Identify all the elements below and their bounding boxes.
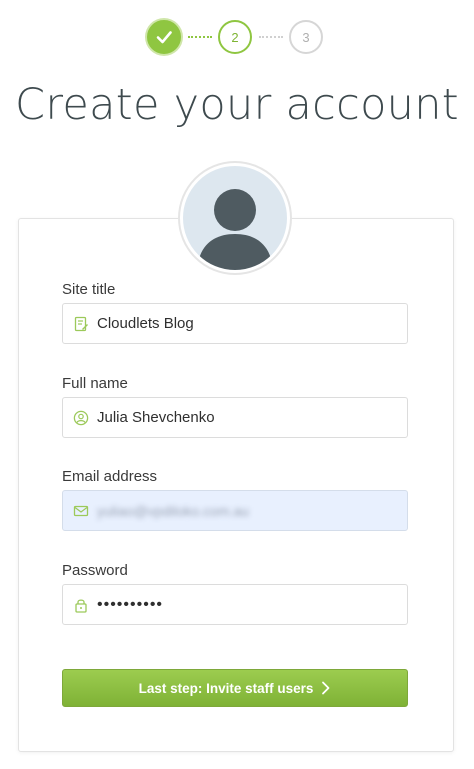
page-title: Create your account — [15, 80, 459, 130]
password-input[interactable] — [97, 585, 407, 624]
email-input[interactable] — [97, 491, 407, 530]
full-name-field[interactable] — [62, 397, 408, 438]
user-circle-icon — [73, 410, 89, 425]
email-label: Email address — [62, 468, 158, 485]
site-title-input[interactable] — [97, 304, 407, 343]
chevron-right-icon — [322, 681, 330, 695]
password-label: Password — [62, 562, 128, 579]
signup-page: 2 3 Create your account Site title Full … — [0, 0, 474, 769]
checkmark-icon — [156, 31, 172, 44]
full-name-input[interactable] — [97, 398, 407, 437]
step-1-complete — [147, 20, 181, 54]
full-name-label: Full name — [62, 375, 128, 392]
site-title-label: Site title — [62, 281, 116, 298]
step-2-current: 2 — [218, 20, 252, 54]
document-edit-icon — [74, 316, 88, 331]
invite-staff-button[interactable]: Last step: Invite staff users — [62, 669, 408, 707]
invite-staff-button-label: Last step: Invite staff users — [138, 680, 314, 696]
step-connector — [259, 36, 283, 38]
email-field[interactable] — [62, 490, 408, 531]
avatar[interactable] — [180, 163, 290, 273]
site-title-field[interactable] — [62, 303, 408, 344]
password-field[interactable] — [62, 584, 408, 625]
step-connector — [188, 36, 212, 38]
step-3-pending: 3 — [289, 20, 323, 54]
lock-icon — [75, 598, 87, 613]
envelope-icon — [73, 505, 89, 516]
progress-steps: 2 3 — [0, 20, 474, 56]
